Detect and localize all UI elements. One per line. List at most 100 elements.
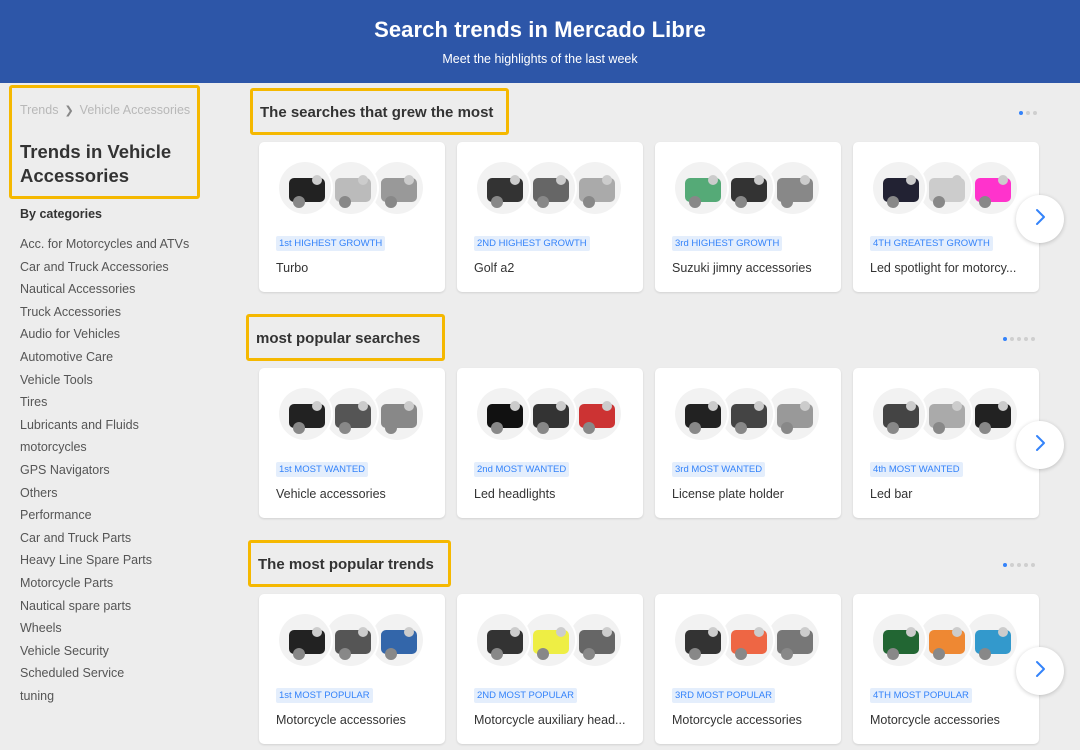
carousel-next-button[interactable] bbox=[1016, 647, 1064, 695]
section-title: The searches that grew the most bbox=[260, 104, 494, 121]
sidebar-title: Trends in Vehicle Accessories bbox=[20, 141, 172, 186]
category-link[interactable]: Audio for Vehicles bbox=[20, 323, 189, 346]
product-thumbnail bbox=[475, 160, 531, 216]
product-thumbnail bbox=[673, 386, 729, 442]
breadcrumb-separator-icon: ❯ bbox=[64, 105, 74, 117]
category-link[interactable]: Wheels bbox=[20, 617, 189, 640]
carousel-pagination[interactable] bbox=[1019, 111, 1037, 115]
product-thumbnail bbox=[673, 160, 729, 216]
trend-card[interactable]: 1st HIGHEST GROWTH Turbo bbox=[259, 142, 445, 292]
trend-card[interactable]: 1st MOST POPULAR Motorcycle accessories bbox=[259, 594, 445, 744]
product-thumbnail bbox=[475, 612, 531, 668]
trend-card[interactable]: 2ND MOST POPULAR Motorcycle auxiliary hea… bbox=[457, 594, 643, 744]
breadcrumb: Trends ❯ Vehicle Accessories bbox=[20, 103, 190, 117]
pagination-dot[interactable] bbox=[1033, 111, 1037, 115]
product-thumbnail bbox=[871, 612, 927, 668]
trend-card[interactable]: 4TH GREATEST GROWTH Led spotlight for mot… bbox=[853, 142, 1039, 292]
search-term: Led spotlight for motorcy... bbox=[870, 261, 1017, 275]
category-link[interactable]: Acc. for Motorcycles and ATVs bbox=[20, 233, 189, 256]
trend-card[interactable]: 3rd HIGHEST GROWTH Suzuki jimny accessori… bbox=[655, 142, 841, 292]
pagination-dot[interactable] bbox=[1010, 337, 1014, 341]
product-thumbnail bbox=[277, 612, 333, 668]
category-link[interactable]: Truck Accessories bbox=[20, 301, 189, 324]
product-thumbnail bbox=[871, 160, 927, 216]
trend-card[interactable]: 2nd MOST WANTED Led headlights bbox=[457, 368, 643, 518]
product-thumbnails bbox=[277, 160, 427, 216]
rank-badge: 3rd MOST WANTED bbox=[672, 462, 766, 477]
category-link[interactable]: Others bbox=[20, 482, 189, 505]
trend-card[interactable]: 4TH MOST POPULAR Motorcycle accessories bbox=[853, 594, 1039, 744]
category-list: Acc. for Motorcycles and ATVs Car and Tru… bbox=[20, 233, 189, 707]
pagination-dot[interactable] bbox=[1031, 563, 1035, 567]
carousel-next-button[interactable] bbox=[1016, 195, 1064, 243]
pagination-dot[interactable] bbox=[1010, 563, 1014, 567]
product-thumbnails bbox=[673, 612, 823, 668]
pagination-dot[interactable] bbox=[1017, 337, 1021, 341]
search-term: Motorcycle accessories bbox=[672, 713, 802, 727]
search-term: Golf a2 bbox=[474, 261, 515, 275]
breadcrumb-link-trends[interactable]: Trends bbox=[20, 103, 58, 117]
rank-badge: 1st HIGHEST GROWTH bbox=[276, 236, 386, 251]
pagination-dot[interactable] bbox=[1003, 337, 1007, 341]
breadcrumb-current: Vehicle Accessories bbox=[79, 103, 191, 117]
product-thumbnails bbox=[475, 612, 625, 668]
search-term: Turbo bbox=[276, 261, 309, 275]
pagination-dot[interactable] bbox=[1026, 111, 1030, 115]
pagination-dot[interactable] bbox=[1003, 563, 1007, 567]
category-link[interactable]: Automotive Care bbox=[20, 346, 189, 369]
product-thumbnails bbox=[871, 612, 1021, 668]
category-link[interactable]: GPS Navigators bbox=[20, 459, 189, 482]
category-link[interactable]: Tires bbox=[20, 391, 189, 414]
rank-badge: 1st MOST WANTED bbox=[276, 462, 369, 477]
pagination-dot[interactable] bbox=[1017, 563, 1021, 567]
category-link[interactable]: Scheduled Service bbox=[20, 662, 189, 685]
search-term: Motorcycle auxiliary head... bbox=[474, 713, 626, 727]
category-link[interactable]: Vehicle Security bbox=[20, 640, 189, 663]
product-thumbnails bbox=[475, 160, 625, 216]
category-link[interactable]: Motorcycle Parts bbox=[20, 572, 189, 595]
product-thumbnail bbox=[673, 612, 729, 668]
search-term: Suzuki jimny accessories bbox=[672, 261, 812, 275]
search-term: Led headlights bbox=[474, 487, 556, 501]
rank-badge: 4TH GREATEST GROWTH bbox=[870, 236, 993, 251]
chevron-right-icon bbox=[1033, 434, 1047, 457]
pagination-dot[interactable] bbox=[1024, 337, 1028, 341]
product-thumbnail bbox=[277, 386, 333, 442]
category-link[interactable]: Vehicle Tools bbox=[20, 369, 189, 392]
search-term: Motorcycle accessories bbox=[870, 713, 1000, 727]
category-link[interactable]: motorcycles bbox=[20, 436, 189, 459]
pagination-dot[interactable] bbox=[1024, 563, 1028, 567]
rank-badge: 4TH MOST POPULAR bbox=[870, 688, 972, 703]
product-thumbnails bbox=[871, 160, 1021, 216]
product-thumbnail bbox=[871, 386, 927, 442]
carousel-next-button[interactable] bbox=[1016, 421, 1064, 469]
product-thumbnails bbox=[673, 386, 823, 442]
search-term: Vehicle accessories bbox=[276, 487, 386, 501]
category-link[interactable]: Lubricants and Fluids bbox=[20, 414, 189, 437]
category-link[interactable]: Car and Truck Accessories bbox=[20, 256, 189, 279]
product-thumbnail bbox=[475, 386, 531, 442]
page-title: Search trends in Mercado Libre bbox=[374, 17, 706, 42]
trend-card[interactable]: 3rd MOST WANTED License plate holder bbox=[655, 368, 841, 518]
category-link[interactable]: tuning bbox=[20, 685, 189, 708]
category-link[interactable]: Car and Truck Parts bbox=[20, 527, 189, 550]
carousel-pagination[interactable] bbox=[1003, 337, 1035, 341]
category-link[interactable]: Nautical Accessories bbox=[20, 278, 189, 301]
categories-heading: By categories bbox=[20, 207, 102, 221]
pagination-dot[interactable] bbox=[1019, 111, 1023, 115]
category-link[interactable]: Nautical spare parts bbox=[20, 595, 189, 618]
chevron-right-icon bbox=[1033, 208, 1047, 231]
trend-card[interactable]: 4th MOST WANTED Led bar bbox=[853, 368, 1039, 518]
trend-card[interactable]: 3RD MOST POPULAR Motorcycle accessories bbox=[655, 594, 841, 744]
pagination-dot[interactable] bbox=[1031, 337, 1035, 341]
carousel-pagination[interactable] bbox=[1003, 563, 1035, 567]
rank-badge: 3rd HIGHEST GROWTH bbox=[672, 236, 783, 251]
rank-badge: 2ND MOST POPULAR bbox=[474, 688, 577, 703]
category-link[interactable]: Performance bbox=[20, 504, 189, 527]
category-link[interactable]: Heavy Line Spare Parts bbox=[20, 549, 189, 572]
trend-card[interactable]: 2ND HIGHEST GROWTH Golf a2 bbox=[457, 142, 643, 292]
product-thumbnails bbox=[475, 386, 625, 442]
trend-card[interactable]: 1st MOST WANTED Vehicle accessories bbox=[259, 368, 445, 518]
product-thumbnails bbox=[277, 386, 427, 442]
section-title: most popular searches bbox=[256, 330, 421, 347]
